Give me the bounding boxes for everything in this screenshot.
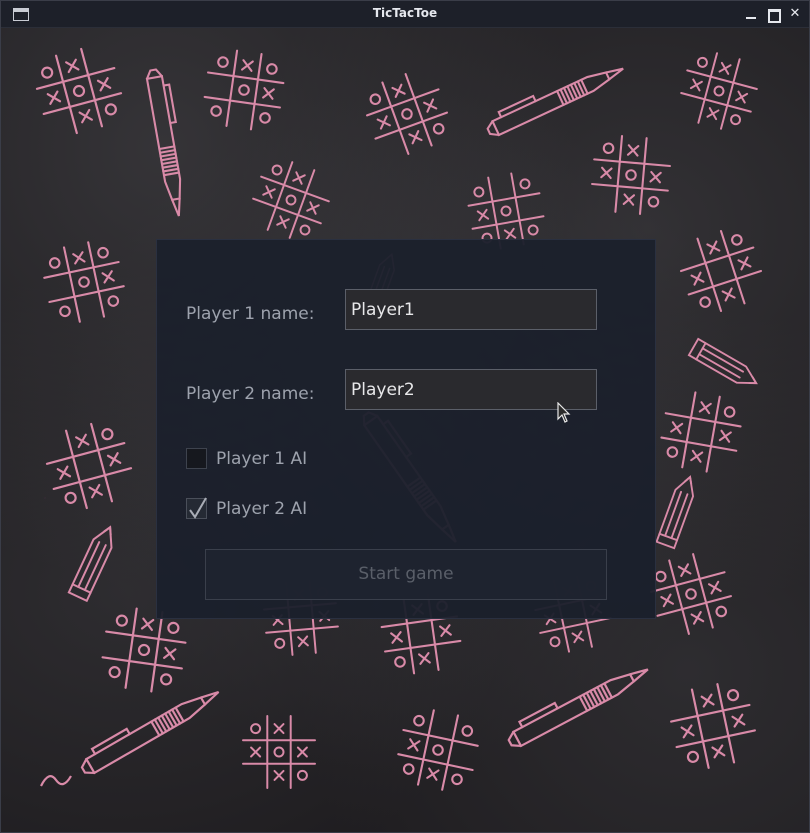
tictactoe-doodle: [650, 553, 732, 635]
tictactoe-doodle: [670, 683, 756, 769]
tictactoe-doodle: [242, 715, 316, 789]
tictactoe-doodle: [35, 47, 123, 135]
tictactoe-doodle: [679, 229, 763, 313]
player2-ai-option[interactable]: Player 2 AI: [186, 497, 308, 519]
tictactoe-doodle: [43, 241, 125, 323]
window-title: TicTacToe: [372, 6, 438, 20]
player1-ai-label: Player 1 AI: [216, 448, 308, 469]
app-window: TicTacToe ✕ Player 1 name: Player 2 name…: [0, 0, 810, 833]
maximize-icon[interactable]: [765, 6, 781, 23]
squiggle-doodle: [40, 775, 72, 787]
pen-doodle: [486, 67, 624, 137]
mouse-cursor-icon: [557, 402, 571, 423]
title-bar[interactable]: TicTacToe ✕: [1, 1, 809, 28]
new-game-dialog: Player 1 name: Player 2 name: Player 1 A…: [156, 239, 656, 619]
close-icon[interactable]: ✕: [787, 6, 803, 22]
pencil-doodle: [655, 475, 695, 550]
pen-doodle: [507, 668, 649, 748]
tictactoe-doodle: [252, 161, 330, 239]
player1-ai-option[interactable]: Player 1 AI: [186, 448, 307, 469]
player1-ai-checkbox[interactable]: [186, 448, 207, 469]
minimize-icon[interactable]: [743, 6, 759, 22]
pencil-doodle: [67, 525, 113, 603]
pen-doodle: [80, 690, 220, 775]
checkmark-icon: [189, 497, 207, 519]
tictactoe-doodle: [44, 497, 46, 499]
tictactoe-doodle: [366, 73, 448, 155]
tictactoe-doodle: [680, 52, 758, 130]
start-game-button[interactable]: Start game: [205, 549, 607, 600]
player2-ai-label: Player 2 AI: [216, 498, 308, 519]
tictactoe-doodle: [591, 135, 671, 215]
tictactoe-doodle: [203, 49, 285, 131]
player1-name-input[interactable]: [345, 289, 597, 330]
player2-name-label: Player 2 name:: [186, 384, 315, 404]
player2-ai-checkbox[interactable]: [186, 497, 207, 519]
player1-name-label: Player 1 name:: [186, 304, 315, 324]
tictactoe-doodle: [397, 709, 479, 791]
pen-doodle: [145, 68, 182, 217]
tictactoe-doodle: [660, 391, 742, 473]
pencil-doodle: [687, 337, 758, 385]
tictactoe-doodle: [45, 422, 133, 510]
